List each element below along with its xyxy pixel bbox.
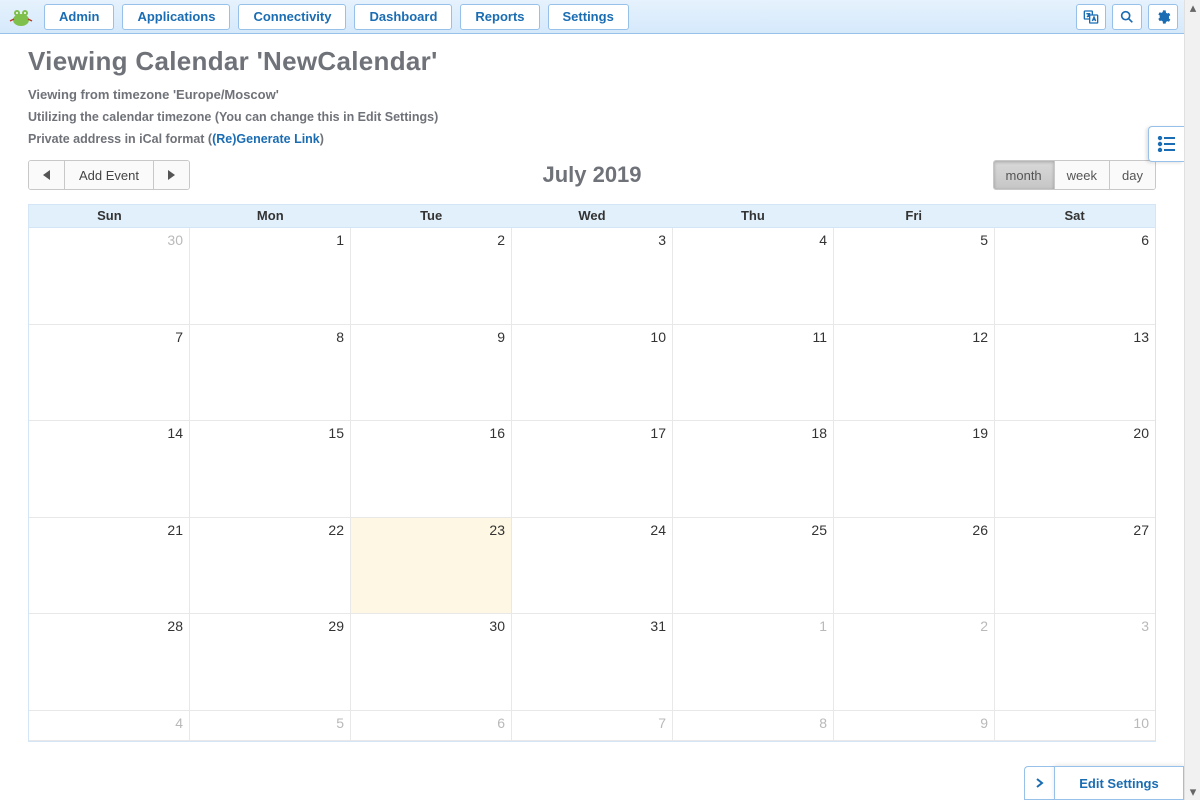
edit-settings-button[interactable]: Edit Settings (1054, 766, 1184, 800)
scroll-up-arrow-icon[interactable]: ▴ (1185, 0, 1200, 16)
gear-icon[interactable] (1148, 4, 1178, 30)
calendar-day-cell[interactable]: 6 (351, 711, 512, 741)
weekday-header: Thu (672, 205, 833, 227)
calendar-day-cell[interactable]: 1 (190, 228, 351, 325)
ical-line: Private address in iCal format ((Re)Gene… (28, 132, 1156, 146)
calendar-day-cell[interactable]: 17 (512, 421, 673, 518)
calendar-week-row: 30123456 (29, 228, 1155, 325)
calendar-day-cell[interactable]: 3 (995, 614, 1155, 711)
view-week[interactable]: week (1055, 161, 1110, 189)
calendar-day-cell[interactable]: 7 (512, 711, 673, 741)
nav-connectivity[interactable]: Connectivity (238, 4, 346, 30)
calendar-week-row: 45678910 (29, 711, 1155, 741)
calendar-title: July 2019 (28, 160, 1156, 190)
calendar-day-cell[interactable]: 30 (351, 614, 512, 711)
edit-settings-panel: Edit Settings (1024, 766, 1184, 800)
calendar-day-cell[interactable]: 9 (834, 711, 995, 741)
timezone-note: Utilizing the calendar timezone (You can… (28, 110, 1156, 124)
app-logo-icon[interactable] (6, 6, 36, 28)
weekday-header: Fri (833, 205, 994, 227)
calendar-day-cell[interactable]: 19 (834, 421, 995, 518)
calendar-day-cell[interactable]: 21 (29, 518, 190, 615)
calendar-day-cell[interactable]: 3 (512, 228, 673, 325)
weekday-header: Wed (512, 205, 673, 227)
nav-reports[interactable]: Reports (460, 4, 539, 30)
calendar-day-cell[interactable]: 8 (190, 325, 351, 422)
top-nav: Admin Applications Connectivity Dashboar… (0, 0, 1184, 34)
ical-prefix: Private address in iCal format ( (28, 132, 212, 146)
calendar-day-cell[interactable]: 10 (512, 325, 673, 422)
calendar-weekday-header: SunMonTueWedThuFriSat (29, 205, 1155, 228)
calendar-day-cell[interactable]: 27 (995, 518, 1155, 615)
weekday-header: Tue (351, 205, 512, 227)
calendar-day-cell[interactable]: 2 (351, 228, 512, 325)
calendar-day-cell[interactable]: 18 (673, 421, 834, 518)
calendar-day-cell[interactable]: 31 (512, 614, 673, 711)
calendar-day-cell[interactable]: 7 (29, 325, 190, 422)
view-day[interactable]: day (1110, 161, 1155, 189)
calendar-day-cell[interactable]: 29 (190, 614, 351, 711)
calendar-day-cell[interactable]: 23 (351, 518, 512, 615)
calendar-day-cell[interactable]: 30 (29, 228, 190, 325)
nav-admin[interactable]: Admin (44, 4, 114, 30)
calendar-week-row: 28293031123 (29, 614, 1155, 711)
calendar-day-cell[interactable]: 5 (190, 711, 351, 741)
nav-dashboard[interactable]: Dashboard (354, 4, 452, 30)
calendar-day-cell[interactable]: 22 (190, 518, 351, 615)
calendar-day-cell[interactable]: 1 (673, 614, 834, 711)
calendar-day-cell[interactable]: 20 (995, 421, 1155, 518)
calendar-day-cell[interactable]: 16 (351, 421, 512, 518)
view-selector: month week day (993, 160, 1156, 190)
weekday-header: Mon (190, 205, 351, 227)
nav-applications[interactable]: Applications (122, 4, 230, 30)
calendar-day-cell[interactable]: 24 (512, 518, 673, 615)
vertical-scrollbar[interactable]: ▴ ▾ (1184, 0, 1200, 800)
calendar-day-cell[interactable]: 6 (995, 228, 1155, 325)
ical-regenerate-link[interactable]: (Re)Generate Link (212, 132, 320, 146)
calendar-day-cell[interactable]: 14 (29, 421, 190, 518)
calendar-week-row: 21222324252627 (29, 518, 1155, 615)
calendar-day-cell[interactable]: 10 (995, 711, 1155, 741)
calendar-day-cell[interactable]: 13 (995, 325, 1155, 422)
calendar-day-cell[interactable]: 28 (29, 614, 190, 711)
calendar-day-cell[interactable]: 8 (673, 711, 834, 741)
calendar-day-cell[interactable]: 9 (351, 325, 512, 422)
ical-suffix: ) (320, 132, 324, 146)
calendar-day-cell[interactable]: 5 (834, 228, 995, 325)
page-title: Viewing Calendar 'NewCalendar' (28, 46, 1156, 77)
calendar-grid: SunMonTueWedThuFriSat 301234567891011121… (28, 204, 1156, 742)
calendar-day-cell[interactable]: 25 (673, 518, 834, 615)
language-icon[interactable] (1076, 4, 1106, 30)
edit-settings-collapse[interactable] (1024, 766, 1054, 800)
calendar-week-row: 78910111213 (29, 325, 1155, 422)
calendar-day-cell[interactable]: 4 (673, 228, 834, 325)
weekday-header: Sun (29, 205, 190, 227)
calendar-day-cell[interactable]: 12 (834, 325, 995, 422)
calendar-day-cell[interactable]: 4 (29, 711, 190, 741)
view-month[interactable]: month (994, 161, 1055, 189)
calendar-day-cell[interactable]: 26 (834, 518, 995, 615)
calendar-day-cell[interactable]: 11 (673, 325, 834, 422)
search-icon[interactable] (1112, 4, 1142, 30)
weekday-header: Sat (994, 205, 1155, 227)
agenda-list-toggle[interactable] (1148, 126, 1184, 162)
nav-settings[interactable]: Settings (548, 4, 629, 30)
calendar-week-row: 14151617181920 (29, 421, 1155, 518)
calendar-day-cell[interactable]: 2 (834, 614, 995, 711)
timezone-line: Viewing from timezone 'Europe/Moscow' (28, 87, 1156, 102)
scroll-down-arrow-icon[interactable]: ▾ (1185, 784, 1200, 800)
calendar-day-cell[interactable]: 15 (190, 421, 351, 518)
